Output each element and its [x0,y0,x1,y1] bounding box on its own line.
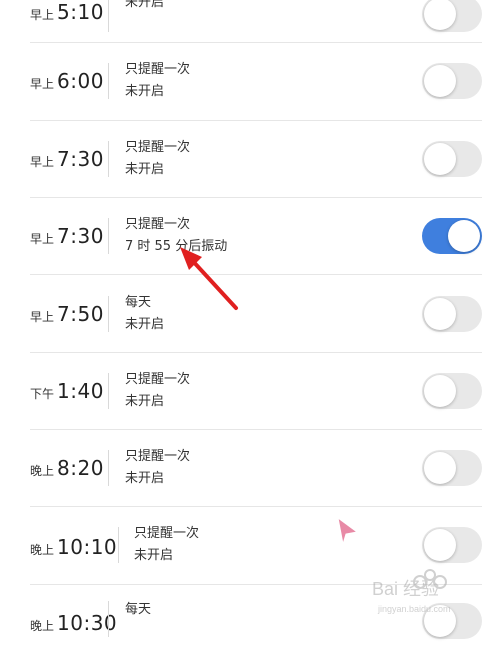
baidu-watermark-icon: Bai 经验 jingyan.baidu.com [372,569,451,614]
watermark-url: jingyan.baidu.com [377,604,451,614]
watermark-text: Bai 经验 [372,579,439,599]
cursor-icon [337,516,359,545]
